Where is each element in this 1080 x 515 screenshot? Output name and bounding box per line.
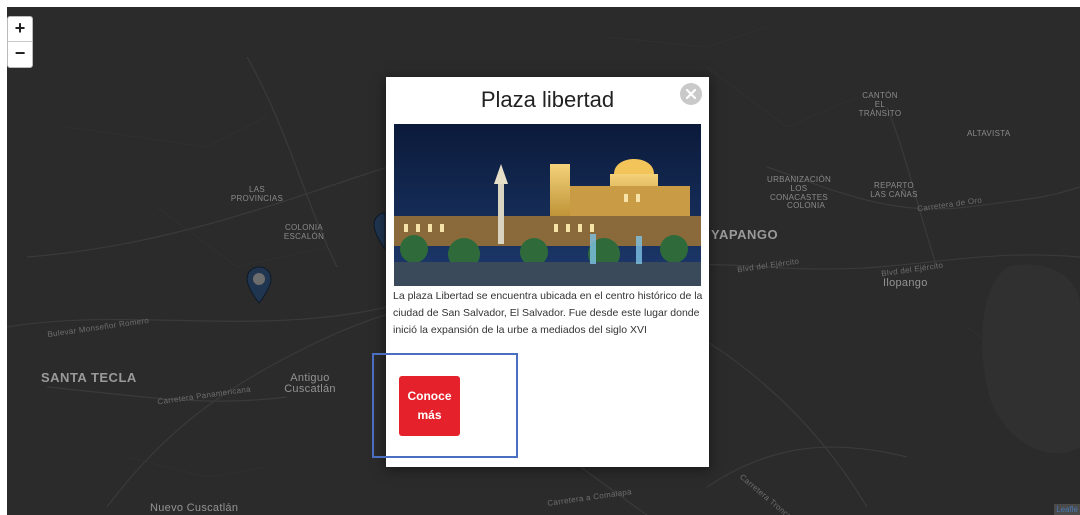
map-marker-partial-icon[interactable] bbox=[373, 212, 385, 250]
map-label-altavista: Altavista bbox=[967, 129, 1011, 138]
map-label-urbanizacion: Urbanización Los Conacastes bbox=[767, 175, 832, 202]
map-label-nuevo-cuscatlan: Nuevo Cuscatlán bbox=[150, 502, 239, 514]
map-label-canton-el-transito: Cantón El Tránsito bbox=[858, 91, 902, 118]
conoce-mas-button[interactable]: Conoce más bbox=[399, 376, 460, 436]
map-marker-icon[interactable] bbox=[246, 266, 272, 304]
map-label-colonia-escalon: COLONIA ESCALÓN bbox=[283, 223, 325, 241]
map-label-las-provincias: LAS PROVINCIAS bbox=[230, 185, 284, 203]
map-label-ilopango: Ilopango bbox=[883, 277, 928, 289]
zoom-in-button[interactable]: + bbox=[8, 17, 32, 42]
map-label-soyapango: YAPANGO bbox=[711, 227, 779, 242]
zoom-out-button[interactable]: − bbox=[8, 42, 32, 66]
conoce-mas-label-line2: más bbox=[417, 408, 442, 422]
plaza-photo bbox=[394, 124, 701, 286]
map-label-santa-tecla: SANTA TECLA bbox=[41, 370, 137, 385]
map-attribution[interactable]: Leafle bbox=[1054, 504, 1080, 515]
map-label-reparto-las-canas: Reparto Las Cañas bbox=[870, 181, 918, 199]
conoce-mas-label-line1: Conoce bbox=[407, 389, 452, 403]
map-label-colonia-partial: COLONIA bbox=[787, 201, 826, 210]
popup-close-icon[interactable] bbox=[680, 83, 702, 105]
map-label-antiguo-cuscatlan: Antiguo Cuscatlán bbox=[284, 372, 336, 395]
zoom-control: + − bbox=[7, 16, 33, 68]
popup-title: Plaza libertad bbox=[480, 87, 615, 112]
popup-description: La plaza Libertad se encuentra ubicada e… bbox=[393, 290, 703, 336]
